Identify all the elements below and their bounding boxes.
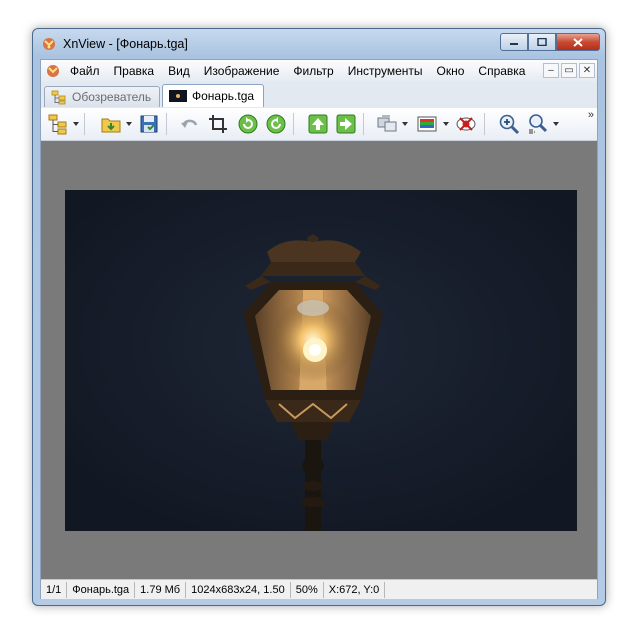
- close-button[interactable]: [556, 33, 600, 51]
- rotate-right-button[interactable]: [265, 113, 287, 135]
- up-arrow-icon: [308, 114, 328, 134]
- mdi-restore-button[interactable]: ▭: [561, 63, 577, 78]
- save-button[interactable]: [138, 113, 160, 135]
- title-bar[interactable]: XnView - [Фонарь.tga]: [33, 29, 605, 59]
- adjust-colors-dropdown[interactable]: [443, 122, 449, 126]
- close-icon: [573, 37, 583, 47]
- tab-browser-label: Обозреватель: [72, 90, 152, 104]
- open-dropdown[interactable]: [126, 122, 132, 126]
- status-page: 1/1: [41, 581, 68, 598]
- client-area: Файл Правка Вид Изображение Фильтр Инстр…: [40, 59, 598, 599]
- xnview-logo-icon: [43, 38, 55, 50]
- image-thumbnail-icon: [169, 90, 187, 102]
- toolbar-separator: [166, 113, 167, 135]
- status-filename: Фонарь.tga: [67, 581, 136, 598]
- red-eye-button[interactable]: [455, 113, 477, 135]
- menu-filter[interactable]: Фильтр: [286, 64, 340, 78]
- convert-button[interactable]: [376, 113, 398, 135]
- tab-image[interactable]: Фонарь.tga: [162, 84, 264, 107]
- toolbar-separator: [484, 113, 485, 135]
- menu-window[interactable]: Окно: [430, 64, 472, 78]
- open-folder-icon: [101, 118, 121, 133]
- crop-icon: [209, 115, 227, 133]
- zoom-1to1-icon: [529, 114, 548, 134]
- tree-folder-icon: [51, 90, 66, 105]
- rotate-left-icon: [238, 114, 258, 134]
- tree-view-dropdown[interactable]: [73, 122, 79, 126]
- tab-browser[interactable]: Обозреватель: [44, 86, 160, 107]
- zoom-in-icon: [499, 114, 520, 135]
- adjust-colors-icon: [417, 116, 437, 132]
- toolbar-separator: [293, 113, 294, 135]
- maximize-button[interactable]: [528, 33, 556, 51]
- menu-file[interactable]: Файл: [63, 64, 107, 78]
- image-viewer[interactable]: [41, 141, 597, 579]
- status-filesize: 1.79 Мб: [135, 581, 187, 598]
- status-zoom: 50%: [291, 581, 324, 598]
- toolbar: »: [41, 108, 597, 141]
- lantern-photo: [65, 190, 577, 531]
- next-button[interactable]: [335, 113, 357, 135]
- tab-bar: Обозреватель Фонарь.tga: [41, 82, 597, 108]
- status-dimensions: 1024x683x24, 1.50: [186, 581, 291, 598]
- menu-tools[interactable]: Инструменты: [341, 64, 430, 78]
- mdi-minimize-button[interactable]: –: [543, 63, 559, 78]
- convert-dropdown[interactable]: [402, 122, 408, 126]
- rotate-left-button[interactable]: [237, 113, 259, 135]
- tree-view-button[interactable]: [47, 113, 69, 135]
- undo-button[interactable]: [179, 113, 201, 135]
- zoom-dropdown[interactable]: [553, 122, 559, 126]
- menu-items: Файл Правка Вид Изображение Фильтр Инстр…: [63, 64, 532, 78]
- status-coords: X:672, Y:0: [324, 581, 386, 598]
- convert-icon: [377, 115, 397, 132]
- caption-buttons: [500, 33, 600, 51]
- mdi-buttons: – ▭ ✕: [543, 63, 595, 78]
- menu-bar: Файл Правка Вид Изображение Фильтр Инстр…: [41, 60, 597, 83]
- document-logo-icon[interactable]: [45, 63, 61, 79]
- xnview-window: XnView - [Фонарь.tga] Файл Правка Вид Из…: [32, 28, 606, 606]
- go-up-button[interactable]: [307, 113, 329, 135]
- tree-view-icon: [48, 114, 67, 135]
- zoom-in-button[interactable]: [498, 113, 520, 135]
- red-eye-icon: [456, 117, 476, 131]
- tab-image-label: Фонарь.tga: [192, 89, 255, 103]
- next-arrow-icon: [336, 114, 356, 134]
- save-icon: [140, 115, 158, 133]
- adjust-colors-button[interactable]: [416, 113, 438, 135]
- status-bar: 1/1 Фонарь.tga 1.79 Мб 1024x683x24, 1.50…: [41, 579, 597, 599]
- rotate-right-icon: [266, 114, 286, 134]
- open-button[interactable]: [100, 113, 122, 135]
- minimize-button[interactable]: [500, 33, 528, 51]
- menu-view[interactable]: Вид: [161, 64, 197, 78]
- menu-edit[interactable]: Правка: [107, 64, 162, 78]
- zoom-1to1-button[interactable]: [527, 113, 549, 135]
- window-title: XnView - [Фонарь.tga]: [63, 37, 188, 51]
- toolbar-overflow-button[interactable]: »: [588, 109, 594, 121]
- undo-icon: [181, 119, 198, 128]
- menu-image[interactable]: Изображение: [197, 64, 287, 78]
- mdi-close-button[interactable]: ✕: [579, 63, 595, 78]
- minimize-icon: [510, 43, 518, 45]
- toolbar-separator: [363, 113, 364, 135]
- maximize-icon: [537, 38, 547, 46]
- menu-help[interactable]: Справка: [471, 64, 532, 78]
- crop-button[interactable]: [207, 113, 229, 135]
- toolbar-separator: [84, 113, 85, 135]
